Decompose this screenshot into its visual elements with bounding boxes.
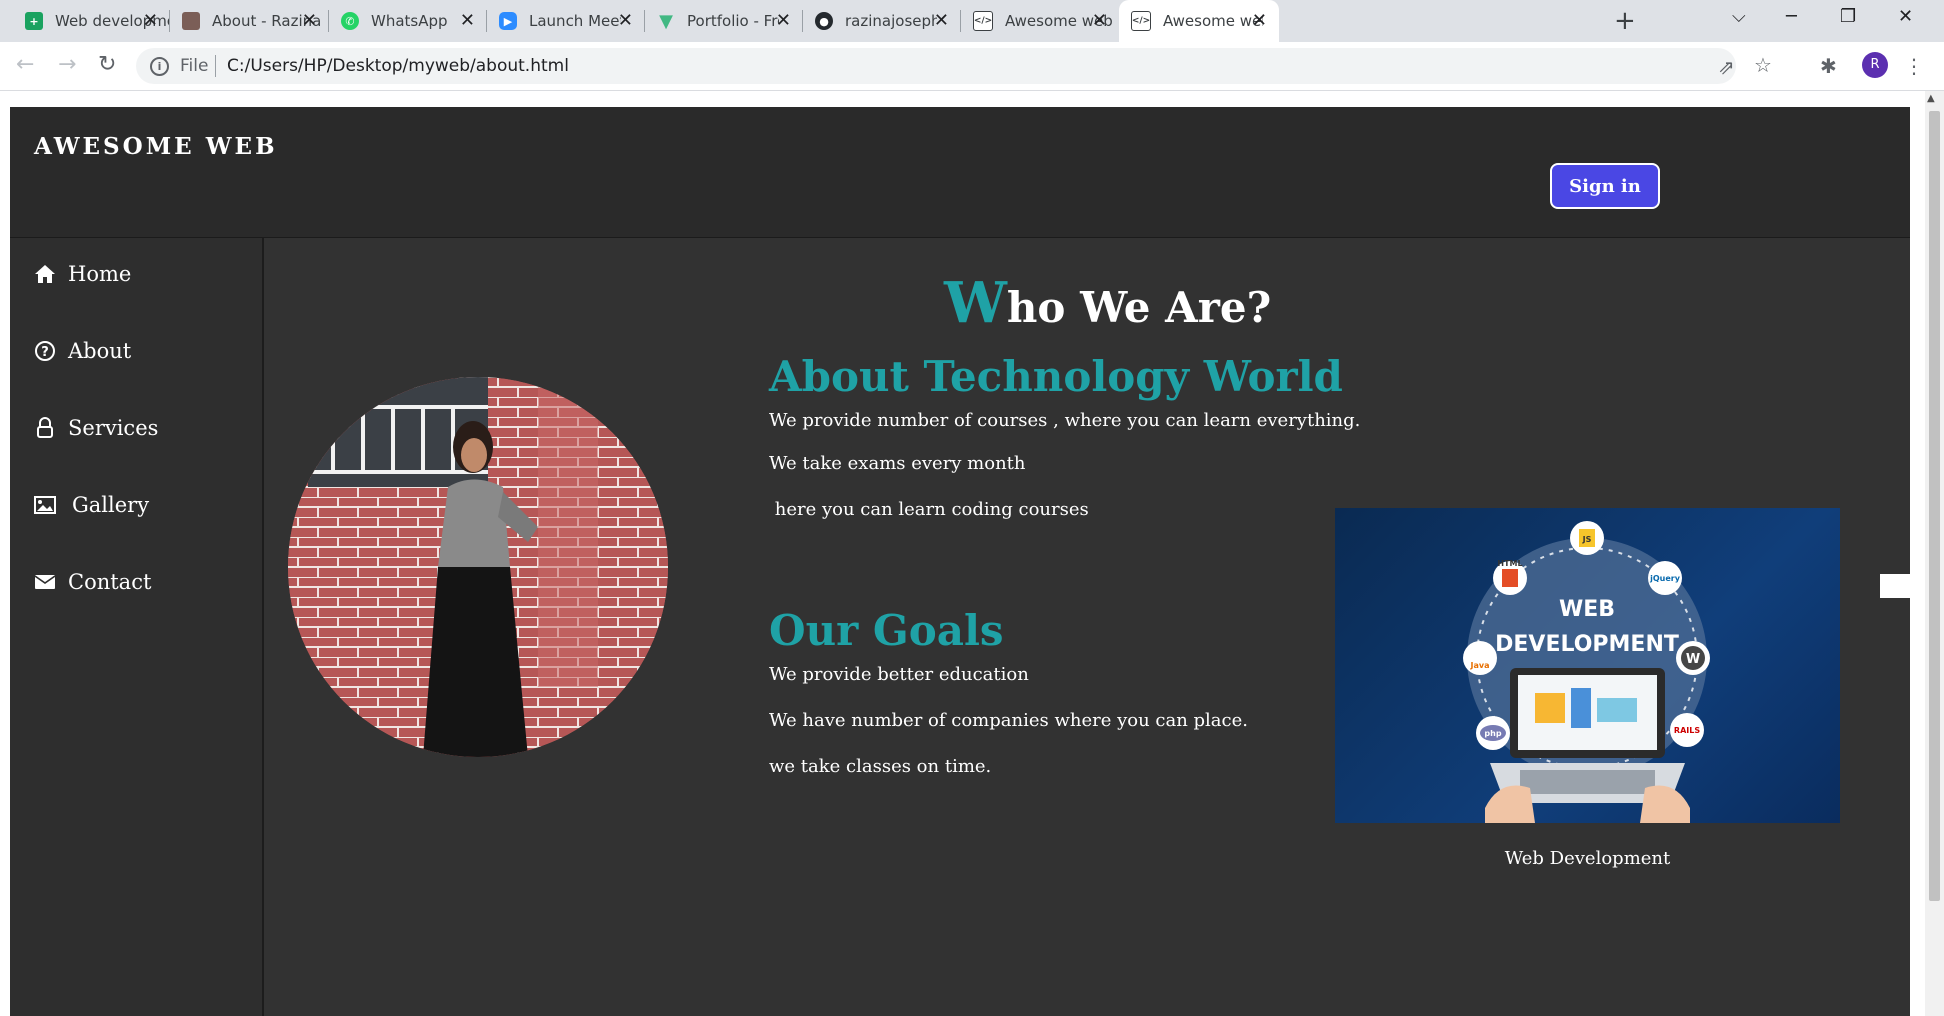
- whatsapp-icon: ✆: [341, 12, 359, 30]
- web-development-image: WEB DEVELOPMENT JS HTML jQuery Java W ph…: [1335, 508, 1840, 823]
- about-section-title: About Technology World: [769, 352, 1343, 401]
- question-circle-icon: ?: [34, 340, 56, 362]
- heading-rest: ho We Are?: [1006, 283, 1272, 332]
- sidebar-item-label: Contact: [68, 570, 152, 594]
- site-container: AWESOME WEB Sign in Home ? About Service…: [10, 107, 1910, 1016]
- site-header: AWESOME WEB Sign in: [10, 107, 1910, 238]
- heading-first-letter: W: [944, 270, 1007, 336]
- sidebar-item-gallery[interactable]: Gallery: [34, 493, 149, 517]
- page-heading: Who We Are?: [944, 270, 1271, 336]
- extensions-puzzle-icon[interactable]: ✱: [1820, 54, 1837, 78]
- tab-awesome-web-active[interactable]: </> Awesome web ✕: [1119, 0, 1279, 42]
- back-arrow-icon[interactable]: ←: [16, 52, 34, 77]
- sidebar-item-home[interactable]: Home: [34, 262, 131, 286]
- vue-icon: ▼: [659, 10, 673, 32]
- close-window-button[interactable]: ✕: [1898, 6, 1913, 27]
- new-tab-button[interactable]: +: [1614, 6, 1636, 36]
- tab-strip: + Web developmen ✕ About - Razina pc ✕ ✆…: [0, 0, 1944, 42]
- sidebar-item-services[interactable]: Services: [34, 416, 158, 440]
- about-line: here you can learn coding courses: [769, 499, 1089, 520]
- about-line: We provide number of courses , where you…: [769, 410, 1361, 431]
- tab-close-icon[interactable]: ✕: [1252, 10, 1267, 31]
- tab-close-icon[interactable]: ✕: [143, 10, 158, 31]
- main-content: Who We Are? About Technology World We pr…: [264, 238, 1910, 1016]
- code-file-icon: </>: [1131, 11, 1151, 31]
- tab-whatsapp[interactable]: ✆ WhatsApp ✕: [329, 0, 487, 42]
- svg-text:HTML: HTML: [1497, 559, 1522, 568]
- portrait-icon: [182, 12, 200, 30]
- svg-text:W: W: [1686, 652, 1700, 667]
- tab-github[interactable]: ● razinajoseph/Port ✕: [803, 0, 961, 42]
- sidebar: Home ? About Services Gallery Contact: [10, 238, 264, 1016]
- tab-close-icon[interactable]: ✕: [302, 10, 317, 31]
- profile-avatar[interactable]: R: [1862, 52, 1888, 78]
- sidebar-item-label: Services: [68, 416, 159, 440]
- sign-in-button[interactable]: Sign in: [1550, 163, 1660, 209]
- svg-text:php: php: [1484, 729, 1501, 738]
- goals-line: we take classes on time.: [769, 756, 992, 777]
- image-caption: Web Development: [1504, 848, 1671, 869]
- page-viewport: AWESOME WEB Sign in Home ? About Service…: [0, 91, 1944, 1016]
- tab-close-icon[interactable]: ✕: [460, 10, 475, 31]
- minimize-button[interactable]: ─: [1786, 6, 1797, 27]
- sidebar-item-about[interactable]: ? About: [34, 339, 131, 363]
- restore-button[interactable]: ❐: [1840, 6, 1856, 27]
- about-line: We take exams every month: [769, 453, 1026, 474]
- tab-close-icon[interactable]: ✕: [934, 10, 949, 31]
- scrollbar-thumb[interactable]: [1929, 111, 1940, 901]
- menu-kebab-icon[interactable]: ⋮: [1904, 54, 1924, 78]
- url-text[interactable]: C:/Users/HP/Desktop/myweb/about.html: [227, 56, 569, 76]
- sidebar-item-label: Home: [68, 262, 132, 286]
- goals-line: We provide better education: [769, 664, 1029, 685]
- code-file-icon: </>: [973, 11, 993, 31]
- bookmark-star-icon[interactable]: ☆: [1754, 53, 1772, 77]
- tab-launch-meeting[interactable]: ▶ Launch Meeting ✕: [487, 0, 645, 42]
- address-bar[interactable]: i File C:/Users/HP/Desktop/myweb/about.h…: [136, 48, 1772, 84]
- tab-close-icon[interactable]: ✕: [1092, 10, 1107, 31]
- tab-close-icon[interactable]: ✕: [776, 10, 791, 31]
- sidebar-item-label: Gallery: [72, 493, 150, 517]
- site-logo[interactable]: AWESOME WEB: [34, 133, 278, 160]
- image-text-web: WEB: [1559, 597, 1615, 622]
- github-icon: ●: [815, 12, 833, 30]
- sidebar-item-contact[interactable]: Contact: [34, 570, 151, 594]
- goals-line: We have number of companies where you ca…: [769, 710, 1248, 731]
- info-icon[interactable]: i: [150, 57, 169, 76]
- tab-web-development[interactable]: + Web developmen ✕: [0, 0, 170, 42]
- tab-portfolio[interactable]: ▼ Portfolio - Free e ✕: [645, 0, 803, 42]
- green-doc-icon: +: [25, 12, 43, 30]
- svg-text:Java: Java: [1470, 661, 1490, 670]
- zoom-icon: ▶: [499, 12, 517, 30]
- share-icon[interactable]: ⇗: [1718, 55, 1735, 79]
- image-icon: [34, 494, 56, 516]
- sidebar-item-label: About: [68, 339, 132, 363]
- svg-text:?: ?: [41, 345, 49, 360]
- browser-toolbar: ← → ↻ i File C:/Users/HP/Desktop/myweb/a…: [0, 42, 1944, 91]
- tab-close-icon[interactable]: ✕: [618, 10, 633, 31]
- tab-awesome-web-1[interactable]: </> Awesome web ✕: [961, 0, 1119, 42]
- svg-text:jQuery: jQuery: [1649, 574, 1681, 583]
- tab-search-chevron-icon[interactable]: ⌵: [1732, 6, 1746, 27]
- svg-text:RAILS: RAILS: [1674, 726, 1700, 735]
- reload-icon[interactable]: ↻: [98, 52, 116, 77]
- tab-about-razina[interactable]: About - Razina pc ✕: [170, 0, 329, 42]
- scroll-up-arrow-icon[interactable]: ▲: [1927, 93, 1935, 104]
- envelope-icon: [34, 571, 56, 593]
- lock-icon: [34, 417, 56, 439]
- home-icon: [34, 263, 56, 285]
- goals-section-title: Our Goals: [769, 606, 1004, 655]
- forward-arrow-icon[interactable]: →: [58, 52, 76, 77]
- url-scheme: File: [180, 56, 209, 76]
- image-text-development: DEVELOPMENT: [1495, 632, 1679, 657]
- svg-text:JS: JS: [1582, 535, 1592, 544]
- profile-photo: [288, 377, 668, 757]
